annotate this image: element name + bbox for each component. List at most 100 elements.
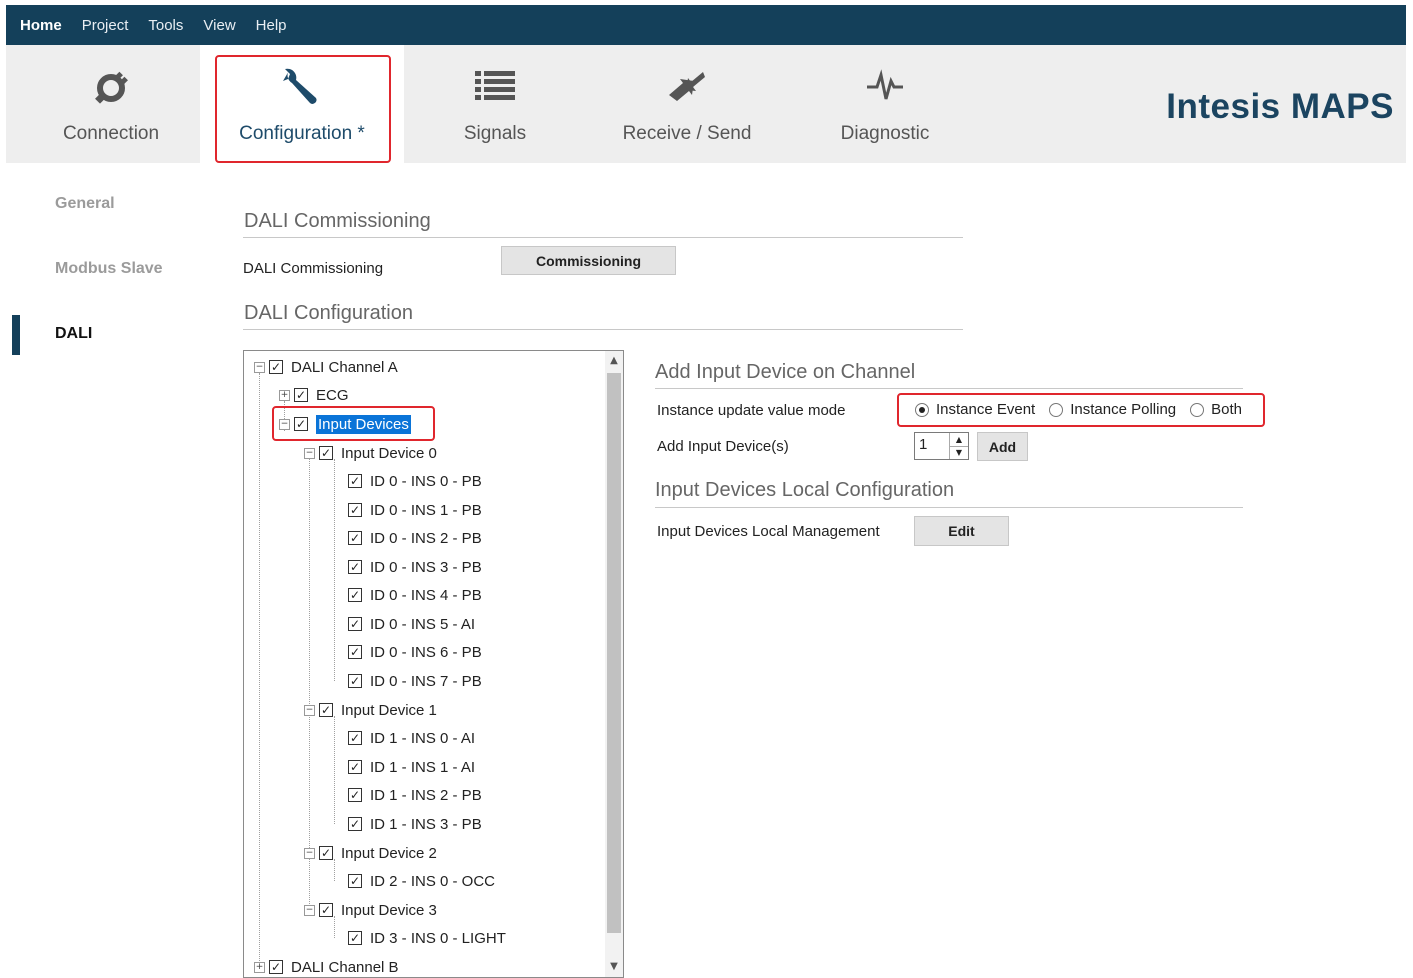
sidebar-item-modbus-slave[interactable]: Modbus Slave: [55, 260, 163, 278]
tree-leaf[interactable]: ✓ ID 0 - INS 0 - PB: [348, 470, 482, 492]
dali-configuration-title: DALI Configuration: [244, 302, 413, 324]
dali-commissioning-title: DALI Commissioning: [244, 210, 431, 232]
checkbox-checked-icon[interactable]: ✓: [348, 531, 362, 545]
scroll-down-icon[interactable]: ▼: [605, 957, 623, 977]
checkbox-checked-icon[interactable]: ✓: [319, 446, 333, 460]
tree-item-channel-b[interactable]: + ✓ DALI Channel B: [254, 956, 399, 977]
sidebar-item-dali[interactable]: DALI: [55, 325, 92, 343]
checkbox-checked-icon[interactable]: ✓: [319, 703, 333, 717]
checkbox-checked-icon[interactable]: ✓: [348, 503, 362, 517]
checkbox-checked-icon[interactable]: ✓: [348, 645, 362, 659]
tree-item-input-device-2[interactable]: − ✓ Input Device 2: [304, 842, 437, 864]
collapse-icon[interactable]: −: [254, 361, 265, 373]
stepper-down-icon[interactable]: ▼: [949, 446, 968, 459]
quantity-stepper[interactable]: 1 ▲ ▼: [914, 432, 969, 460]
tree-leaf[interactable]: ✓ ID 1 - INS 2 - PB: [348, 784, 482, 806]
tree-leaf[interactable]: ✓ ID 0 - INS 2 - PB: [348, 527, 482, 549]
stepper-up-icon[interactable]: ▲: [949, 433, 968, 447]
toolbar-connection-button[interactable]: Connection: [36, 45, 186, 163]
tree-connector: [259, 373, 260, 969]
checkbox-checked-icon[interactable]: ✓: [348, 874, 362, 888]
tree-leaf[interactable]: ✓ ID 0 - INS 4 - PB: [348, 584, 482, 606]
tree-leaf[interactable]: ✓ ID 1 - INS 0 - AI: [348, 727, 475, 749]
menu-help[interactable]: Help: [256, 17, 287, 34]
tree-item-ecg[interactable]: + ✓ ECG: [279, 384, 349, 406]
tree-leaf[interactable]: ✓ ID 0 - INS 5 - AI: [348, 613, 475, 635]
checkbox-checked-icon[interactable]: ✓: [348, 474, 362, 488]
tree-leaf[interactable]: ✓ ID 1 - INS 1 - AI: [348, 756, 475, 778]
toolbar-signals-label: Signals: [463, 123, 527, 144]
sidebar-active-marker: [12, 315, 20, 355]
tree-label: ECG: [316, 386, 349, 404]
collapse-icon[interactable]: −: [304, 447, 315, 459]
checkbox-checked-icon[interactable]: ✓: [348, 731, 362, 745]
list-icon: [473, 65, 517, 109]
menu-tools[interactable]: Tools: [148, 17, 183, 34]
checkbox-checked-icon[interactable]: ✓: [348, 617, 362, 631]
tree-leaf[interactable]: ✓ ID 2 - INS 0 - OCC: [348, 870, 495, 892]
scroll-up-icon[interactable]: ▲: [605, 351, 623, 371]
tree-label: ID 0 - INS 3 - PB: [370, 558, 482, 576]
brand-logo: Intesis MAPS: [1166, 87, 1394, 126]
collapse-icon[interactable]: −: [304, 847, 315, 859]
expand-icon[interactable]: +: [279, 389, 290, 401]
divider: [655, 388, 1243, 389]
checkbox-checked-icon[interactable]: ✓: [269, 360, 283, 374]
tree-leaf[interactable]: ✓ ID 0 - INS 3 - PB: [348, 556, 482, 578]
toolbar-connection-label: Connection: [62, 123, 160, 144]
sidebar-item-general[interactable]: General: [55, 195, 115, 213]
checkbox-checked-icon[interactable]: ✓: [319, 846, 333, 860]
configuration-highlight: [215, 55, 391, 163]
tree-leaf[interactable]: ✓ ID 0 - INS 1 - PB: [348, 499, 482, 521]
tree-label: ID 1 - INS 3 - PB: [370, 815, 482, 833]
tree-leaf[interactable]: ✓ ID 0 - INS 7 - PB: [348, 670, 482, 692]
toolbar-receive-send-button[interactable]: Receive / Send: [602, 45, 772, 163]
checkbox-checked-icon[interactable]: ✓: [294, 388, 308, 402]
add-button[interactable]: Add: [977, 432, 1028, 461]
tree-leaf[interactable]: ✓ ID 0 - INS 6 - PB: [348, 641, 482, 663]
tree-label: Input Device 0: [341, 444, 437, 462]
tree-label: ID 1 - INS 2 - PB: [370, 786, 482, 804]
scrollbar-thumb[interactable]: [607, 373, 621, 933]
tree-label: ID 2 - INS 0 - OCC: [370, 872, 496, 890]
expand-icon[interactable]: +: [254, 961, 265, 973]
tree-connector: [334, 716, 335, 824]
menu-project[interactable]: Project: [82, 17, 129, 34]
tree-item-channel-a[interactable]: − ✓ DALI Channel A: [254, 356, 398, 378]
quantity-value[interactable]: 1: [919, 436, 927, 453]
menu-home[interactable]: Home: [20, 17, 62, 34]
tree-label: ID 0 - INS 4 - PB: [370, 586, 482, 604]
tree-leaf[interactable]: ✓ ID 1 - INS 3 - PB: [348, 813, 482, 835]
device-tree[interactable]: − ✓ DALI Channel A + ✓ ECG − ✓ Input Dev…: [243, 350, 624, 978]
add-input-devices-label: Add Input Device(s): [657, 438, 789, 455]
checkbox-checked-icon[interactable]: ✓: [348, 931, 362, 945]
checkbox-checked-icon[interactable]: ✓: [348, 760, 362, 774]
update-mode-label: Instance update value mode: [657, 402, 846, 419]
checkbox-checked-icon[interactable]: ✓: [348, 817, 362, 831]
checkbox-checked-icon[interactable]: ✓: [348, 788, 362, 802]
collapse-icon[interactable]: −: [304, 904, 315, 916]
tree-label: DALI Channel A: [291, 358, 398, 376]
toolbar-diagnostic-button[interactable]: Diagnostic: [810, 45, 960, 163]
edit-button[interactable]: Edit: [914, 516, 1009, 546]
tree-item-input-device-0[interactable]: − ✓ Input Device 0: [304, 442, 437, 464]
tree-item-input-device-3[interactable]: − ✓ Input Device 3: [304, 899, 437, 921]
toolbar-signals-button[interactable]: Signals: [420, 45, 570, 163]
connection-plug-icon: [89, 65, 133, 109]
checkbox-checked-icon[interactable]: ✓: [348, 560, 362, 574]
checkbox-checked-icon[interactable]: ✓: [319, 903, 333, 917]
menu-view[interactable]: View: [203, 17, 235, 34]
checkbox-checked-icon[interactable]: ✓: [348, 588, 362, 602]
update-mode-highlight: [897, 393, 1265, 427]
collapse-icon[interactable]: −: [304, 704, 315, 716]
tree-label: ID 0 - INS 5 - AI: [370, 615, 476, 633]
checkbox-checked-icon[interactable]: ✓: [348, 674, 362, 688]
tree-label: DALI Channel B: [291, 958, 399, 976]
tree-label: ID 3 - INS 0 - LIGHT: [370, 929, 506, 947]
tree-scrollbar[interactable]: ▲ ▼: [605, 351, 623, 977]
divider: [243, 329, 963, 330]
tree-item-input-device-1[interactable]: − ✓ Input Device 1: [304, 699, 437, 721]
commissioning-button[interactable]: Commissioning: [501, 246, 676, 275]
checkbox-checked-icon[interactable]: ✓: [269, 960, 283, 974]
tree-leaf[interactable]: ✓ ID 3 - INS 0 - LIGHT: [348, 927, 506, 949]
